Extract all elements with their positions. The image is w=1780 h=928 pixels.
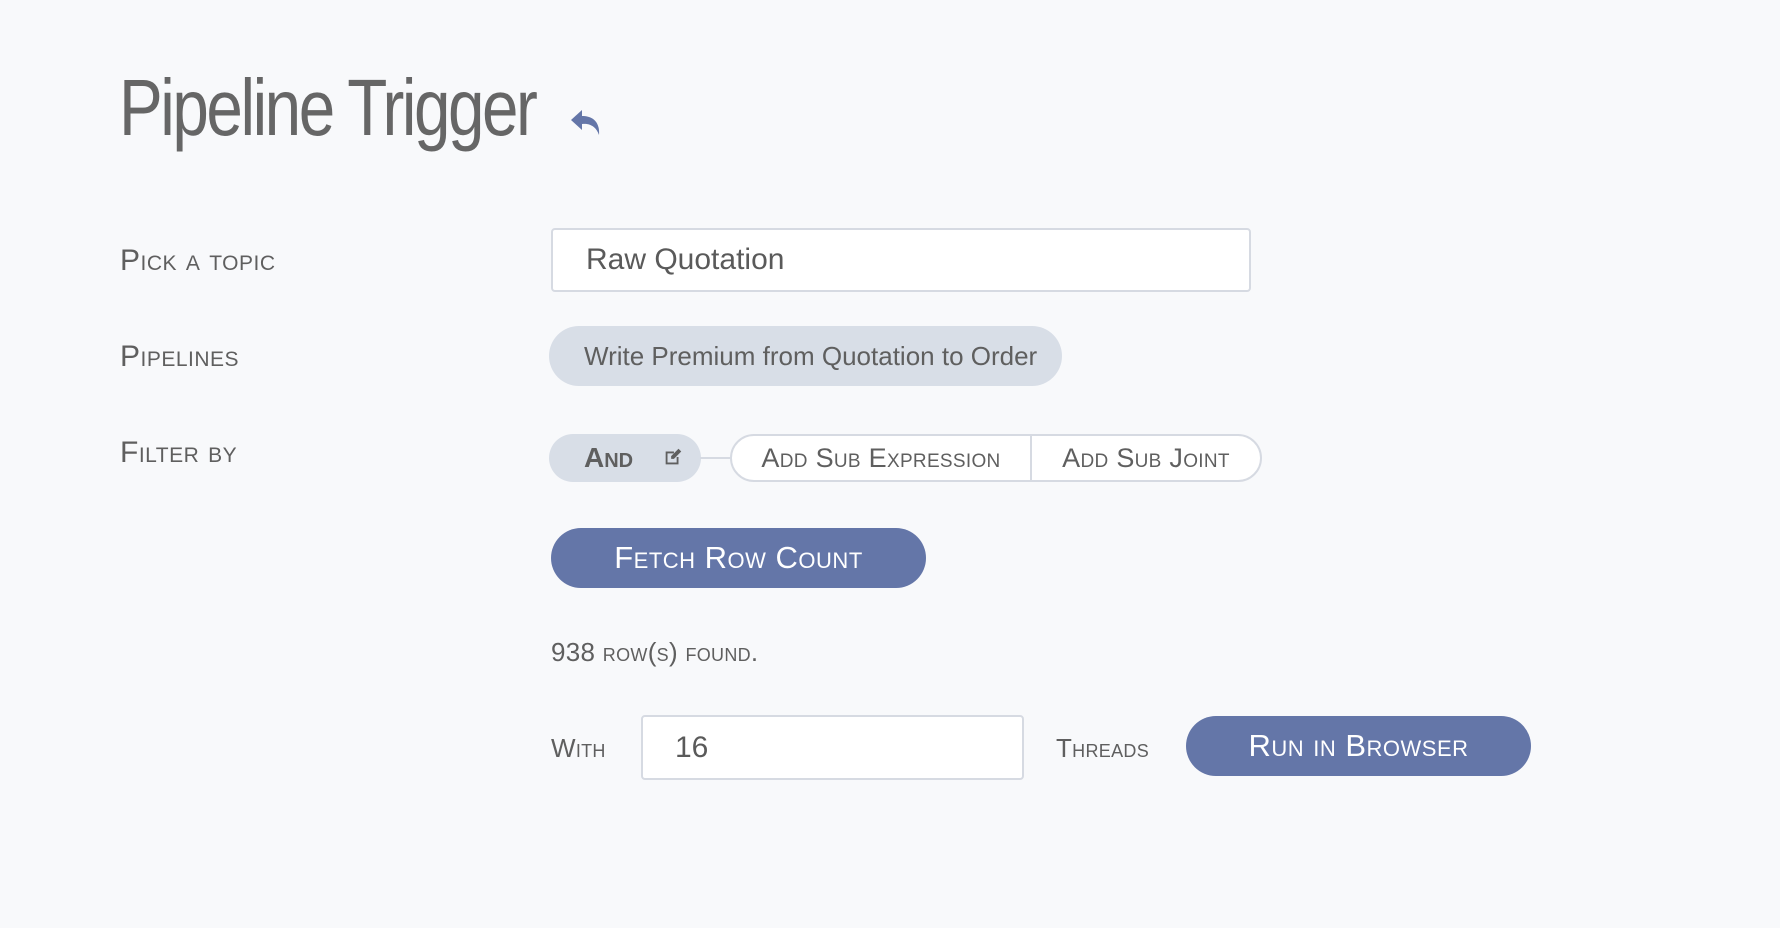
threads-value: 16 [675, 730, 709, 764]
page-title: Pipeline Trigger [119, 63, 538, 152]
pipelines-label: Pipelines [120, 340, 240, 373]
joint-type-button[interactable]: And [549, 434, 701, 482]
pipeline-tag-label: Write Premium from Quotation to Order [584, 340, 1038, 371]
filter-label: Filter by [120, 436, 238, 469]
threads-suffix-label: Threads [1056, 733, 1149, 763]
threads-prefix-label: With [551, 733, 606, 763]
back-button[interactable] [562, 98, 612, 146]
topic-value: Raw Quotation [586, 243, 785, 276]
undo-arrow-icon [571, 110, 600, 135]
topic-label: Pick a topic [120, 244, 276, 277]
row-count-status: 938 row(s) found. [551, 637, 759, 667]
fetch-row-count-button[interactable]: Fetch Row Count [551, 528, 926, 588]
add-sub-expression-button[interactable]: Add Sub Expression [732, 436, 1032, 480]
pipeline-tag[interactable]: Write Premium from Quotation to Order [549, 326, 1062, 386]
sub-action-group: Add Sub Expression Add Sub Joint [730, 434, 1262, 482]
edit-icon[interactable] [662, 446, 684, 468]
add-sub-joint-button[interactable]: Add Sub Joint [1032, 436, 1260, 480]
threads-input[interactable]: 16 [641, 715, 1024, 780]
run-in-browser-button[interactable]: Run in Browser [1186, 716, 1531, 776]
filter-connector [700, 457, 730, 459]
joint-type-label: And [584, 442, 634, 473]
topic-select[interactable]: Raw Quotation [551, 228, 1251, 292]
